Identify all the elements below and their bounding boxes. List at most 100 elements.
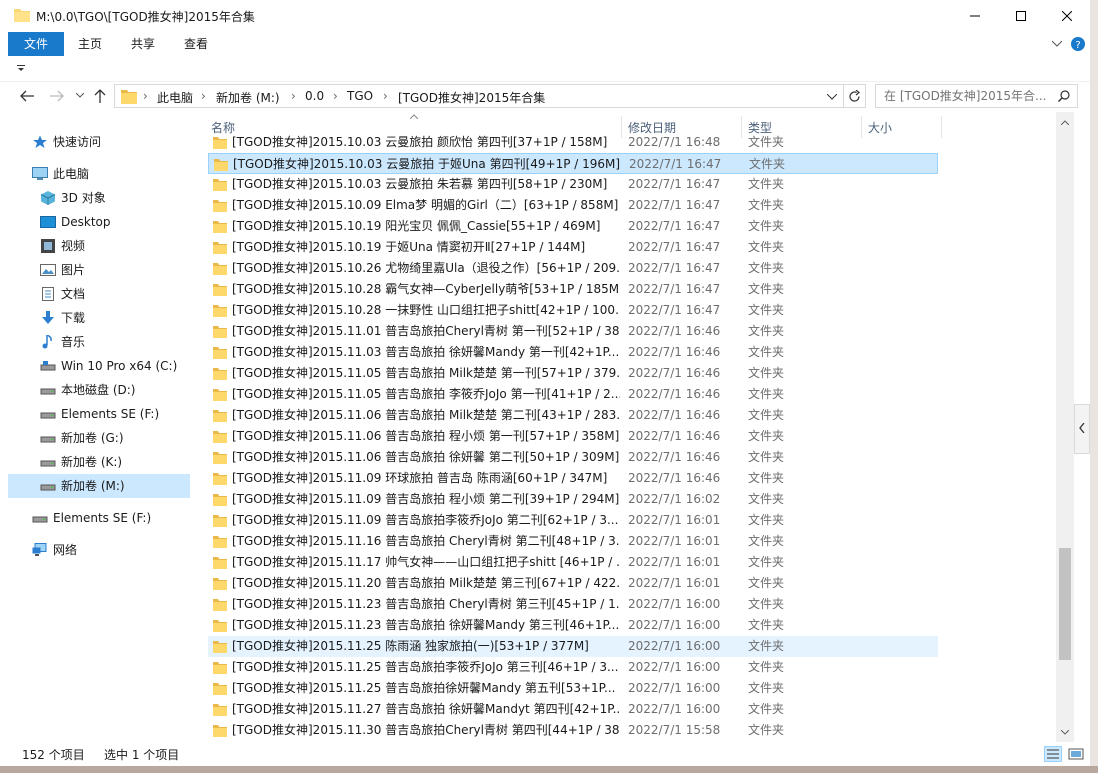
- file-type: 文件夹: [748, 303, 785, 317]
- download-icon: [42, 311, 54, 324]
- table-row[interactable]: [TGOD推女神]2015.11.27 普吉岛旅拍 徐妍馨Mandyt 第四刊[…: [208, 699, 938, 720]
- file-name: [TGOD推女神]2015.11.05 普吉岛旅拍 Milk楚楚 第一刊[57+…: [232, 366, 620, 380]
- scrollbar-thumb[interactable]: [1059, 548, 1071, 660]
- breadcrumb-current[interactable]: [TGOD推女神]2015年合集: [398, 89, 545, 106]
- table-row[interactable]: [TGOD推女神]2015.11.25 陈雨涵 独家旅拍(一)[53+1P / …: [208, 636, 938, 657]
- minimize-button[interactable]: [952, 0, 998, 32]
- nav-drive-g[interactable]: 新加卷 (G:): [8, 426, 190, 450]
- search-input[interactable]: [876, 85, 1046, 107]
- nav-drive-k[interactable]: 新加卷 (K:): [8, 450, 190, 474]
- folder-icon: [213, 662, 227, 674]
- table-row[interactable]: [TGOD推女神]2015.10.26 尤物绮里嘉Ula（退役之作）[56+1P…: [208, 258, 938, 279]
- tab-home[interactable]: 主页: [78, 32, 102, 56]
- file-type: 文件夹: [748, 555, 785, 569]
- nav-downloads[interactable]: 下载: [8, 306, 190, 330]
- table-row[interactable]: [TGOD推女神]2015.11.16 普吉岛旅拍 Cheryl青树 第二刊[4…: [208, 531, 938, 552]
- table-row[interactable]: [TGOD推女神]2015.11.06 普吉岛旅拍 Milk楚楚 第二刊[43+…: [208, 405, 938, 426]
- customize-toolbar-icon[interactable]: [17, 65, 25, 71]
- table-row[interactable]: [TGOD推女神]2015.10.03 云曼旅拍 颜欣怡 第四刊[37+1P /…: [208, 132, 938, 153]
- table-row[interactable]: [TGOD推女神]2015.11.25 普吉岛旅拍李筱乔JoJo 第三刊[46+…: [208, 657, 938, 678]
- table-row[interactable]: [TGOD推女神]2015.11.23 普吉岛旅拍 徐妍馨Mandy 第三刊[4…: [208, 615, 938, 636]
- table-row[interactable]: [TGOD推女神]2015.11.17 帅气女神——山口组扛把子shitt [4…: [208, 552, 938, 573]
- maximize-button[interactable]: [998, 0, 1044, 32]
- scroll-down-icon[interactable]: [1061, 730, 1069, 735]
- table-row[interactable]: [TGOD推女神]2015.11.05 普吉岛旅拍 李筱乔JoJo 第一刊[41…: [208, 384, 938, 405]
- breadcrumb-folder-00[interactable]: 0.0: [305, 89, 324, 103]
- table-row[interactable]: [TGOD推女神]2015.10.19 阳光宝贝 佩佩_Cassie[55+1P…: [208, 216, 938, 237]
- nav-pictures[interactable]: 图片: [8, 258, 190, 282]
- table-row[interactable]: [TGOD推女神]2015.11.06 普吉岛旅拍 徐妍馨 第二刊[50+1P …: [208, 447, 938, 468]
- table-row[interactable]: [TGOD推女神]2015.10.28 一抹野性 山口组扛把子shitt[42+…: [208, 300, 938, 321]
- table-row[interactable]: [TGOD推女神]2015.11.01 普吉岛旅拍Cheryl青树 第一刊[52…: [208, 321, 938, 342]
- help-icon[interactable]: ?: [1071, 37, 1085, 51]
- table-row[interactable]: [TGOD推女神]2015.10.09 Elma梦 明媚的Girl（二）[63+…: [208, 195, 938, 216]
- nav-network[interactable]: 网络: [8, 538, 190, 562]
- drive-icon: [40, 436, 56, 443]
- table-row[interactable]: [TGOD推女神]2015.11.20 普吉岛旅拍 Milk楚楚 第三刊[67+…: [208, 573, 938, 594]
- table-row[interactable]: [TGOD推女神]2015.10.03 云曼旅拍 朱若慕 第四刊[58+1P /…: [208, 174, 938, 195]
- vertical-scrollbar[interactable]: [1056, 112, 1074, 742]
- sort-ascending-icon: [410, 114, 418, 119]
- table-row[interactable]: [TGOD推女神]2015.11.06 普吉岛旅拍 程小烦 第一刊[57+1P …: [208, 426, 938, 447]
- nav-videos[interactable]: 视频: [8, 234, 190, 258]
- large-icons-view-icon[interactable]: [1068, 746, 1084, 762]
- file-type: 文件夹: [748, 282, 785, 296]
- tab-view[interactable]: 查看: [184, 32, 208, 56]
- search-box[interactable]: [875, 84, 1078, 108]
- nav-drive-d[interactable]: 本地磁盘 (D:): [8, 378, 190, 402]
- address-dropdown-icon[interactable]: [827, 94, 837, 100]
- file-name: [TGOD推女神]2015.11.06 普吉岛旅拍 程小烦 第一刊[57+1P …: [232, 429, 620, 443]
- nav-documents[interactable]: 文档: [8, 282, 190, 306]
- details-view-icon[interactable]: [1044, 746, 1062, 762]
- table-row[interactable]: [TGOD推女神]2015.11.09 普吉岛旅拍李筱乔JoJo 第二刊[62+…: [208, 510, 938, 531]
- ribbon-expand-icon[interactable]: [1052, 40, 1062, 47]
- up-icon[interactable]: [94, 89, 106, 103]
- back-icon[interactable]: [20, 90, 34, 102]
- forward-icon[interactable]: [50, 90, 64, 102]
- nav-this-pc[interactable]: 此电脑: [8, 162, 190, 186]
- table-row[interactable]: [TGOD推女神]2015.11.03 普吉岛旅拍 徐妍馨Mandy 第一刊[4…: [208, 342, 938, 363]
- tab-share[interactable]: 共享: [131, 32, 155, 56]
- folder-icon: [213, 410, 227, 422]
- table-row[interactable]: [TGOD推女神]2015.11.30 普吉岛旅拍Cheryl青树 第四刊[44…: [208, 720, 938, 740]
- recent-locations-icon[interactable]: [76, 93, 84, 98]
- tab-file[interactable]: 文件: [8, 32, 64, 56]
- file-type: 文件夹: [748, 261, 785, 275]
- table-row[interactable]: [TGOD推女神]2015.11.05 普吉岛旅拍 Milk楚楚 第一刊[57+…: [208, 363, 938, 384]
- address-bar[interactable]: › 此电脑 › 新加卷 (M:) › 0.0 › TGO › [TGOD推女神]…: [114, 84, 866, 108]
- file-type: 文件夹: [748, 219, 785, 233]
- breadcrumb-folder-tgo[interactable]: TGO: [347, 89, 373, 103]
- table-row[interactable]: [TGOD推女神]2015.10.28 霸气女神—CyberJelly萌爷[53…: [208, 279, 938, 300]
- table-row[interactable]: [TGOD推女神]2015.10.19 于姬Una 情窦初开Ⅱ[27+1P / …: [208, 237, 938, 258]
- nav-3d-objects[interactable]: 3D 对象: [8, 186, 190, 210]
- nav-desktop[interactable]: Desktop: [8, 210, 190, 234]
- table-row[interactable]: [TGOD推女神]2015.10.03 云曼旅拍 于姬Una 第四刊[49+1P…: [208, 153, 938, 174]
- file-date: 2022/7/1 16:47: [628, 261, 721, 275]
- refresh-icon[interactable]: [848, 90, 861, 103]
- breadcrumb-drive[interactable]: 新加卷 (M:): [216, 89, 280, 106]
- file-date: 2022/7/1 16:00: [628, 597, 721, 611]
- close-button[interactable]: [1044, 0, 1090, 32]
- search-icon[interactable]: [1058, 90, 1070, 102]
- breadcrumb-this-pc[interactable]: 此电脑: [157, 89, 193, 106]
- nav-drive-f-external[interactable]: Elements SE (F:): [8, 506, 190, 530]
- table-row[interactable]: [TGOD推女神]2015.11.09 普吉岛旅拍 程小烦 第二刊[39+1P …: [208, 489, 938, 510]
- nav-music[interactable]: 音乐: [8, 330, 190, 354]
- folder-icon: [213, 599, 227, 611]
- file-date: 2022/7/1 16:46: [628, 429, 721, 443]
- nav-quick-access[interactable]: 快速访问: [8, 130, 190, 154]
- table-row[interactable]: [TGOD推女神]2015.11.23 普吉岛旅拍 Cheryl青树 第三刊[4…: [208, 594, 938, 615]
- folder-icon: [213, 347, 227, 359]
- nav-drive-f[interactable]: Elements SE (F:): [8, 402, 190, 426]
- preview-pane-toggle[interactable]: [1074, 404, 1090, 454]
- svg-text:?: ?: [1075, 40, 1080, 51]
- file-date: 2022/7/1 16:00: [628, 639, 721, 653]
- file-date: 2022/7/1 16:46: [628, 345, 721, 359]
- file-type: 文件夹: [748, 198, 785, 212]
- nav-drive-c[interactable]: Win 10 Pro x64 (C:): [8, 354, 190, 378]
- nav-drive-m[interactable]: 新加卷 (M:): [8, 474, 190, 498]
- table-row[interactable]: [TGOD推女神]2015.11.09 环球旅拍 普吉岛 陈雨涵[60+1P /…: [208, 468, 938, 489]
- chevron-left-icon: [1079, 423, 1085, 433]
- scroll-up-icon[interactable]: [1061, 120, 1069, 125]
- table-row[interactable]: [TGOD推女神]2015.11.25 普吉岛旅拍徐妍馨Mandy 第五刊[53…: [208, 678, 938, 699]
